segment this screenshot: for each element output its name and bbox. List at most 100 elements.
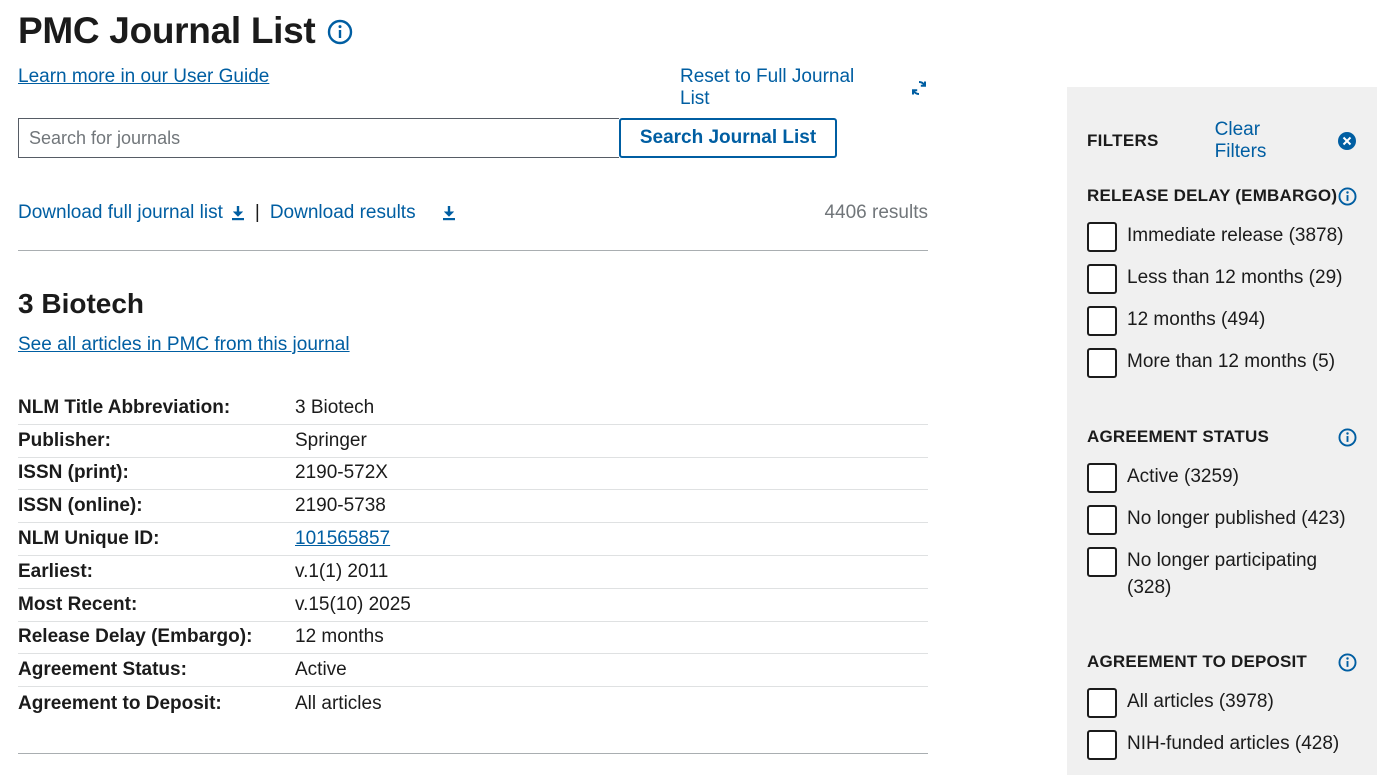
detail-label: ISSN (online): — [18, 495, 143, 517]
detail-value: 12 months — [295, 626, 384, 648]
divider — [18, 250, 928, 251]
detail-value: v.15(10) 2025 — [295, 593, 411, 615]
journal-title: 3 Biotech — [18, 288, 145, 319]
refresh-icon — [910, 79, 928, 97]
journal-search-input[interactable] — [18, 118, 619, 158]
filter-option[interactable]: No longer participating (328) — [1087, 547, 1357, 601]
filter-section-title: AGREEMENT STATUS — [1087, 427, 1270, 446]
detail-label: Publisher: — [18, 429, 111, 451]
filter-section-agreement-to-deposit: AGREEMENT TO DEPOSIT All articles (3978)… — [1087, 652, 1357, 772]
checkbox[interactable] — [1087, 348, 1117, 378]
checkbox[interactable] — [1087, 306, 1117, 336]
see-all-articles-link[interactable]: See all articles in PMC from this journa… — [18, 334, 350, 356]
download-icon — [231, 205, 245, 221]
detail-row: NLM Unique ID: 101565857 — [18, 523, 928, 556]
filter-section-header: RELEASE DELAY (EMBARGO) — [1087, 186, 1357, 206]
results-count: 4406 results — [824, 202, 928, 223]
checkbox[interactable] — [1087, 463, 1117, 493]
detail-label: NLM Title Abbreviation: — [18, 396, 231, 418]
filter-option-label: 12 months (494) — [1127, 309, 1266, 330]
filter-option-label: NIH-funded articles (428) — [1127, 733, 1340, 754]
download-icon — [442, 205, 456, 221]
download-full-list-label: Download full journal list — [18, 202, 223, 223]
close-circle-icon[interactable] — [1337, 131, 1357, 151]
detail-label: Release Delay (Embargo): — [18, 626, 253, 648]
filter-section-title: RELEASE DELAY (EMBARGO) — [1087, 186, 1338, 205]
filter-option-label: Active (3259) — [1127, 466, 1239, 487]
detail-value: 2190-5738 — [295, 495, 386, 517]
filter-option-label: All articles (3978) — [1127, 691, 1274, 712]
filter-section-release-delay: RELEASE DELAY (EMBARGO) Immediate releas… — [1087, 186, 1357, 390]
clear-filters-link[interactable]: Clear Filters — [1215, 119, 1313, 163]
detail-row: Release Delay (Embargo): 12 months — [18, 622, 928, 655]
reset-link-label: Reset to Full Journal List — [680, 66, 855, 109]
detail-label: Earliest: — [18, 560, 93, 582]
detail-label: Most Recent: — [18, 593, 138, 615]
detail-value: Springer — [295, 429, 367, 451]
detail-value: 2190-572X — [295, 462, 388, 484]
checkbox[interactable] — [1087, 547, 1117, 577]
download-results-label: Download results — [269, 202, 416, 223]
title-row: PMC Journal List — [18, 10, 353, 52]
filter-option[interactable]: NIH-funded articles (428) — [1087, 730, 1357, 760]
filters-header: FILTERS Clear Filters — [1087, 119, 1357, 163]
filter-option[interactable]: Active (3259) — [1087, 463, 1357, 493]
filter-option-label: No longer participating (328) — [1127, 550, 1318, 598]
download-results-link[interactable]: Download results — [270, 202, 456, 224]
user-guide-link[interactable]: Learn more in our User Guide — [18, 66, 269, 88]
checkbox[interactable] — [1087, 264, 1117, 294]
download-row: Download full journal list | Download re… — [18, 202, 928, 224]
detail-label: Agreement Status: — [18, 659, 187, 681]
filter-section-header: AGREEMENT TO DEPOSIT — [1087, 652, 1357, 672]
detail-row: ISSN (online): 2190-5738 — [18, 490, 928, 524]
filter-section-header: AGREEMENT STATUS — [1087, 427, 1357, 447]
info-icon[interactable] — [1338, 187, 1357, 206]
nlm-unique-id-link[interactable]: 101565857 — [295, 528, 390, 550]
filter-option[interactable]: Immediate release (3878) — [1087, 222, 1357, 252]
detail-value: v.1(1) 2011 — [295, 560, 389, 582]
download-separator: | — [254, 202, 260, 223]
filter-option[interactable]: No longer published (423) — [1087, 505, 1357, 535]
page-title: PMC Journal List — [18, 10, 316, 51]
info-icon[interactable] — [1338, 653, 1357, 672]
detail-row: NLM Title Abbreviation: 3 Biotech — [18, 392, 928, 425]
filter-section-agreement-status: AGREEMENT STATUS Active (3259) No longer… — [1087, 427, 1357, 613]
filters-sidebar: FILTERS Clear Filters RELEASE DELAY (EMB… — [1067, 87, 1377, 775]
filter-options: Active (3259) No longer published (423) … — [1087, 463, 1357, 601]
filter-option[interactable]: Less than 12 months (29) — [1087, 264, 1357, 294]
journal-details-table: NLM Title Abbreviation: 3 Biotech Publish… — [18, 392, 928, 720]
checkbox[interactable] — [1087, 222, 1117, 252]
checkbox[interactable] — [1087, 730, 1117, 760]
detail-label: Agreement to Deposit: — [18, 692, 222, 714]
search-journal-list-button[interactable]: Search Journal List — [619, 118, 837, 158]
detail-value: 3 Biotech — [295, 396, 375, 418]
filter-option[interactable]: All articles (3978) — [1087, 688, 1357, 718]
filter-option-label: Immediate release (3878) — [1127, 225, 1344, 246]
filter-options: Immediate release (3878) Less than 12 mo… — [1087, 222, 1357, 378]
detail-row: Agreement Status: Active — [18, 654, 928, 688]
detail-row: ISSN (print): 2190-572X — [18, 458, 928, 491]
detail-row: Earliest: v.1(1) 2011 — [18, 556, 928, 589]
detail-value: All articles — [295, 692, 382, 714]
detail-label: NLM Unique ID: — [18, 528, 160, 550]
detail-row: Publisher: Springer — [18, 425, 928, 458]
filters-heading: FILTERS — [1087, 131, 1159, 150]
checkbox[interactable] — [1087, 688, 1117, 718]
filter-option-label: No longer published (423) — [1127, 508, 1346, 529]
filter-option-label: Less than 12 months (29) — [1127, 267, 1343, 288]
filter-options: All articles (3978) NIH-funded articles … — [1087, 688, 1357, 760]
reset-journal-list-link[interactable]: Reset to Full Journal List — [680, 66, 928, 110]
download-full-list-link[interactable]: Download full journal list — [18, 202, 245, 224]
info-icon[interactable] — [327, 19, 353, 45]
detail-row: Most Recent: v.15(10) 2025 — [18, 589, 928, 622]
filter-section-title: AGREEMENT TO DEPOSIT — [1087, 652, 1307, 671]
filter-option-label: More than 12 months (5) — [1127, 351, 1336, 372]
info-icon[interactable] — [1338, 428, 1357, 447]
detail-label: ISSN (print): — [18, 462, 129, 484]
filter-option[interactable]: 12 months (494) — [1087, 306, 1357, 336]
filter-option[interactable]: More than 12 months (5) — [1087, 348, 1357, 378]
detail-value: Active — [295, 659, 347, 681]
checkbox[interactable] — [1087, 505, 1117, 535]
search-bar: Search Journal List — [18, 118, 837, 158]
detail-row: Agreement to Deposit: All articles — [18, 687, 928, 720]
